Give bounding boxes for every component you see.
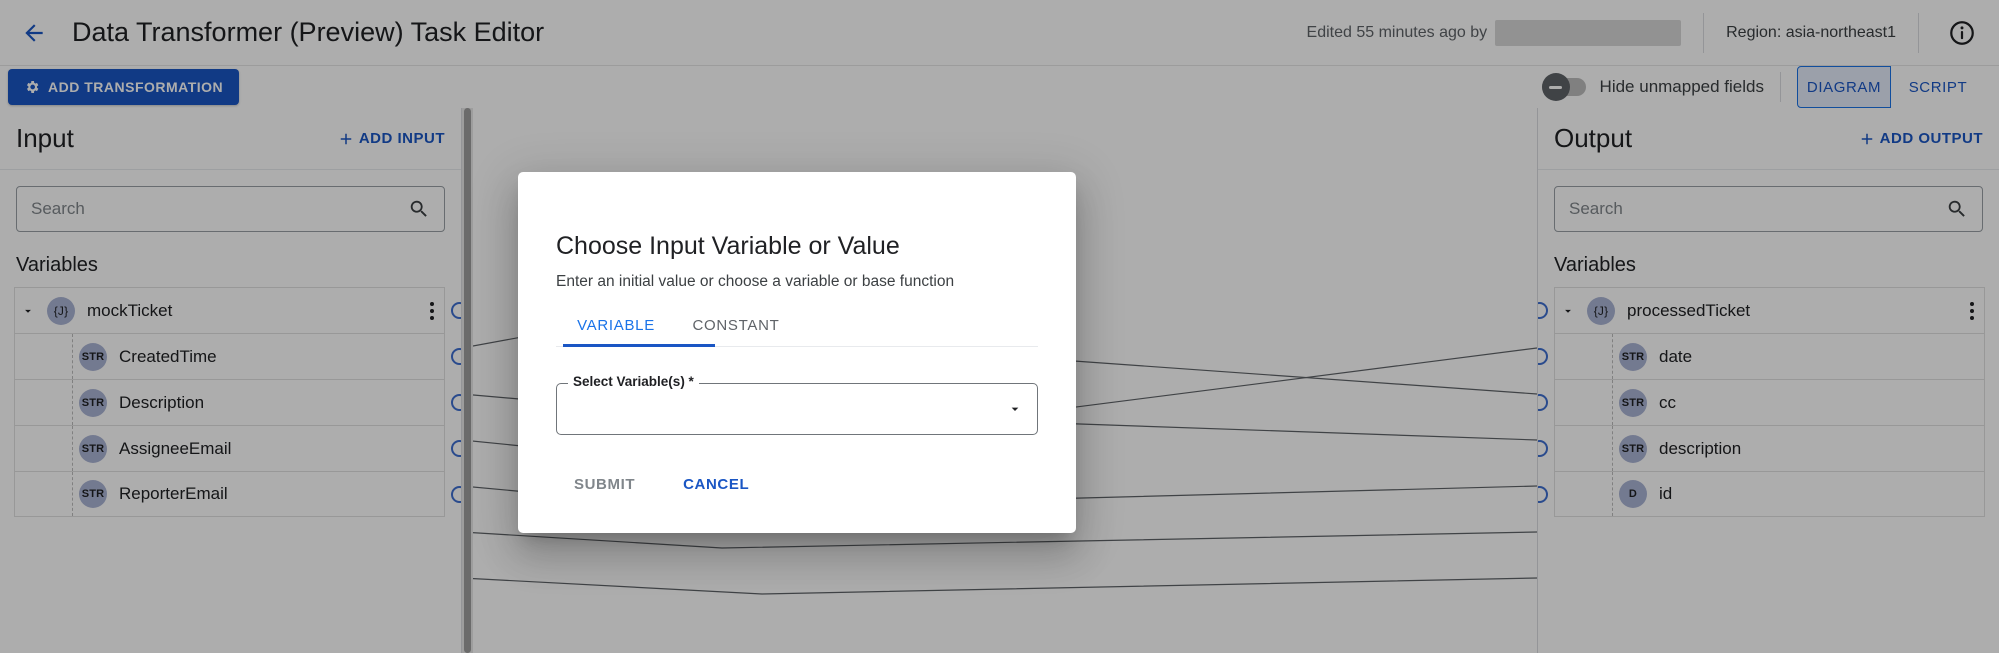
submit-button[interactable]: SUBMIT [556, 465, 653, 503]
cancel-button[interactable]: CANCEL [665, 465, 767, 503]
dialog-tabs: VARIABLE CONSTANT [556, 307, 1038, 347]
tab-variable[interactable]: VARIABLE [556, 307, 676, 346]
app-root: Data Transformer (Preview) Task Editor E… [0, 0, 1999, 653]
select-variable-field: Select Variable(s) * [556, 383, 1038, 435]
chevron-down-icon[interactable] [1007, 401, 1023, 417]
select-variable-input[interactable] [571, 400, 1007, 418]
dialog-actions: SUBMIT CANCEL [556, 465, 1038, 503]
select-variable-label: Select Variable(s) * [568, 374, 699, 389]
select-variable-control[interactable] [556, 383, 1038, 435]
dialog-title: Choose Input Variable or Value [556, 232, 1038, 261]
choose-input-dialog: Choose Input Variable or Value Enter an … [518, 172, 1076, 533]
dialog-subtitle: Enter an initial value or choose a varia… [556, 273, 1038, 291]
tab-constant[interactable]: CONSTANT [676, 307, 796, 346]
